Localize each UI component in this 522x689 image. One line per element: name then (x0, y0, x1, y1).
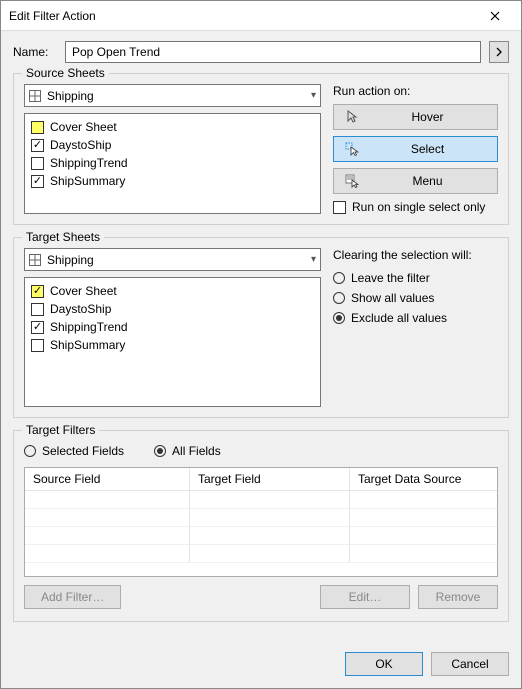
source-dashboard-combo[interactable]: Shipping ▾ (24, 84, 321, 107)
name-input[interactable] (65, 41, 481, 63)
checkbox-icon[interactable] (31, 321, 44, 334)
list-item[interactable]: Cover Sheet (31, 118, 314, 136)
radio-icon (333, 292, 345, 304)
select-icon (344, 142, 360, 156)
clear-show-label: Show all values (351, 291, 434, 305)
radio-icon (154, 445, 166, 457)
source-dashboard-text: Shipping (47, 89, 311, 103)
clear-exclude-label: Exclude all values (351, 311, 447, 325)
run-hover-button[interactable]: Hover (333, 104, 498, 130)
fields-all-label: All Fields (172, 444, 221, 458)
list-item[interactable]: DaystoShip (31, 300, 314, 318)
fields-selected-label: Selected Fields (42, 444, 124, 458)
target-sheets-group: Target Sheets Shipping ▾ Cover Sheet Day… (13, 237, 509, 418)
dashboard-icon (29, 90, 43, 102)
menu-icon (344, 174, 360, 188)
list-item-label: Cover Sheet (50, 284, 117, 298)
run-action-label: Run action on: (333, 84, 498, 98)
filters-legend: Target Filters (22, 423, 99, 437)
checkbox-icon[interactable] (31, 175, 44, 188)
list-item[interactable]: ShippingTrend (31, 318, 314, 336)
radio-icon (333, 312, 345, 324)
col-source-field[interactable]: Source Field (25, 468, 190, 490)
table-row[interactable] (25, 545, 497, 563)
clear-leave-option[interactable]: Leave the filter (333, 268, 498, 288)
clear-label: Clearing the selection will: (333, 248, 498, 262)
list-item-label: ShippingTrend (50, 320, 128, 334)
col-target-field[interactable]: Target Field (190, 468, 350, 490)
clear-leave-label: Leave the filter (351, 271, 430, 285)
checkbox-icon[interactable] (333, 201, 346, 214)
list-item[interactable]: ShipSummary (31, 336, 314, 354)
target-sheets-list[interactable]: Cover Sheet DaystoShip ShippingTrend Shi… (24, 277, 321, 407)
checkbox-icon[interactable] (31, 285, 44, 298)
run-hover-label: Hover (368, 110, 487, 124)
target-dashboard-combo[interactable]: Shipping ▾ (24, 248, 321, 271)
list-item-label: ShipSummary (50, 338, 125, 352)
close-icon (490, 11, 500, 21)
checkbox-icon[interactable] (31, 303, 44, 316)
fields-all-option[interactable]: All Fields (154, 441, 221, 461)
run-single-row[interactable]: Run on single select only (333, 200, 498, 214)
name-row: Name: (13, 41, 509, 63)
clear-exclude-option[interactable]: Exclude all values (333, 308, 498, 328)
list-item-label: ShippingTrend (50, 156, 128, 170)
radio-icon (24, 445, 36, 457)
titlebar: Edit Filter Action (1, 1, 521, 31)
source-sheets-group: Source Sheets Shipping ▾ Cover Sheet Day… (13, 73, 509, 225)
table-body[interactable] (25, 491, 497, 576)
source-sheets-list[interactable]: Cover Sheet DaystoShip ShippingTrend Shi… (24, 113, 321, 214)
dialog-edit-filter-action: Edit Filter Action Name: Source Sheets (0, 0, 522, 689)
run-menu-button[interactable]: Menu (333, 168, 498, 194)
radio-icon (333, 272, 345, 284)
dashboard-icon (29, 254, 43, 266)
fields-selected-option[interactable]: Selected Fields (24, 441, 124, 461)
name-label: Name: (13, 45, 57, 59)
dialog-content: Name: Source Sheets Shipping ▾ (1, 31, 521, 644)
remove-filter-button[interactable]: Remove (418, 585, 498, 609)
dialog-title: Edit Filter Action (9, 9, 477, 23)
run-select-button[interactable]: Select (333, 136, 498, 162)
checkbox-icon[interactable] (31, 139, 44, 152)
checkbox-icon[interactable] (31, 121, 44, 134)
list-item-label: DaystoShip (50, 302, 111, 316)
list-item-label: DaystoShip (50, 138, 111, 152)
filters-table: Source Field Target Field Target Data So… (24, 467, 498, 577)
cancel-button[interactable]: Cancel (431, 652, 509, 676)
target-filters-group: Target Filters Selected Fields All Field… (13, 430, 509, 622)
run-menu-label: Menu (368, 174, 487, 188)
list-item[interactable]: ShippingTrend (31, 154, 314, 172)
close-button[interactable] (477, 2, 513, 30)
list-item-label: ShipSummary (50, 174, 125, 188)
add-filter-button[interactable]: Add Filter… (24, 585, 121, 609)
checkbox-icon[interactable] (31, 157, 44, 170)
cursor-icon (344, 110, 360, 124)
edit-filter-button[interactable]: Edit… (320, 585, 410, 609)
clear-show-option[interactable]: Show all values (333, 288, 498, 308)
list-item[interactable]: Cover Sheet (31, 282, 314, 300)
table-row[interactable] (25, 509, 497, 527)
chevron-down-icon: ▾ (311, 254, 316, 265)
list-item[interactable]: ShipSummary (31, 172, 314, 190)
chevron-down-icon: ▾ (311, 90, 316, 101)
target-legend: Target Sheets (22, 230, 104, 244)
table-header: Source Field Target Field Target Data So… (25, 468, 497, 491)
checkbox-icon[interactable] (31, 339, 44, 352)
table-row[interactable] (25, 527, 497, 545)
chevron-right-icon (496, 47, 502, 57)
list-item-label: Cover Sheet (50, 120, 117, 134)
name-insert-button[interactable] (489, 41, 509, 63)
run-single-label: Run on single select only (352, 200, 485, 214)
ok-button[interactable]: OK (345, 652, 423, 676)
run-select-label: Select (368, 142, 487, 156)
table-row[interactable] (25, 491, 497, 509)
list-item[interactable]: DaystoShip (31, 136, 314, 154)
col-target-ds[interactable]: Target Data Source (350, 468, 497, 490)
source-legend: Source Sheets (22, 66, 109, 80)
dialog-footer: OK Cancel (1, 644, 521, 688)
target-dashboard-text: Shipping (47, 253, 311, 267)
